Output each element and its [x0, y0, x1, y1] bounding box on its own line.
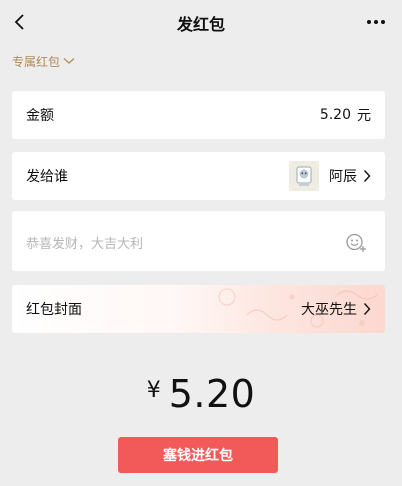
avatar [289, 161, 319, 191]
currency-symbol: ¥ [146, 378, 161, 403]
recipient-label: 发给谁 [26, 169, 68, 185]
cartoon-avatar-icon [289, 161, 319, 191]
cover-card[interactable]: 红包封面 大巫先生 [12, 285, 385, 333]
chevron-right-icon [363, 170, 371, 182]
amount-card[interactable]: 金额 5.20 元 [12, 91, 385, 139]
submit-red-packet-button[interactable]: 塞钱进红包 [118, 437, 278, 473]
red-packet-type-label: 专属红包 [12, 54, 61, 69]
recipient-card[interactable]: 发给谁 阿辰 [12, 152, 385, 200]
navigation-bar: 发红包 [0, 0, 402, 44]
cover-name: 大巫先生 [301, 302, 357, 318]
amount-input[interactable]: 5.20 [320, 107, 351, 123]
emoji-add-icon[interactable] [345, 231, 367, 253]
page-title: 发红包 [176, 15, 225, 34]
amount-unit: 元 [357, 108, 371, 124]
chevron-down-icon [63, 58, 75, 64]
chevron-right-icon [363, 303, 371, 315]
total-amount: ¥5.20 [0, 372, 402, 416]
message-input[interactable]: 恭喜发财，大吉大利 [26, 233, 143, 252]
more-button[interactable] [364, 10, 388, 34]
amount-label: 金额 [26, 108, 54, 124]
total-amount-value: 5.20 [168, 372, 256, 416]
more-icon [367, 20, 385, 24]
recipient-name: 阿辰 [329, 169, 357, 185]
red-packet-type-selector[interactable]: 专属红包 [12, 52, 75, 70]
cover-label: 红包封面 [26, 302, 82, 318]
message-card[interactable]: 恭喜发财，大吉大利 [12, 211, 385, 271]
